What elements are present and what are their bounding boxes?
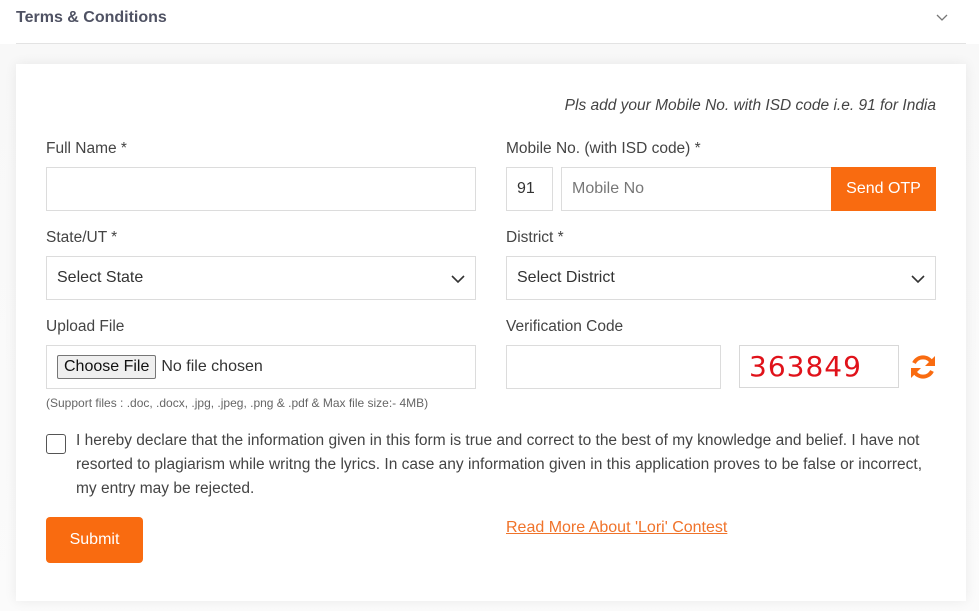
district-label: District * — [506, 229, 564, 246]
full-name-label: Full Name * — [46, 140, 127, 157]
district-selected-value: Select District — [517, 269, 615, 286]
refresh-icon[interactable] — [908, 352, 938, 382]
verification-code-label: Verification Code — [506, 318, 624, 335]
mobile-number-input[interactable]: Mobile No — [561, 167, 832, 211]
upload-file-label: Upload File — [46, 318, 125, 335]
mobile-hint-text: Pls add your Mobile No. with ISD code i.… — [564, 97, 936, 114]
state-select[interactable]: Select State — [46, 256, 476, 300]
mobile-number-placeholder: Mobile No — [572, 180, 645, 197]
terms-accordion-title: Terms & Conditions — [16, 9, 167, 26]
read-more-link[interactable]: Read More About 'Lori' Contest — [506, 519, 727, 537]
registration-form-card: Pls add your Mobile No. with ISD code i.… — [16, 64, 966, 601]
terms-accordion-header[interactable]: Terms & Conditions — [16, 0, 966, 44]
submit-button[interactable]: Submit — [46, 517, 143, 563]
upload-file-field: Choose File No file chosen — [46, 345, 476, 389]
isd-code-value: 91 — [517, 180, 535, 197]
send-otp-button[interactable]: Send OTP — [831, 167, 936, 211]
verification-code-input[interactable] — [506, 345, 721, 389]
mobile-label: Mobile No. (with ISD code) * — [506, 140, 701, 157]
chevron-down-icon[interactable] — [935, 11, 949, 25]
file-status-text: No file chosen — [161, 358, 263, 375]
captcha-image: 363849 — [739, 345, 899, 388]
chevron-down-icon — [451, 271, 465, 289]
declaration-text: I hereby declare that the information gi… — [76, 432, 923, 497]
state-label: State/UT * — [46, 229, 118, 246]
district-select[interactable]: Select District — [506, 256, 936, 300]
declaration-checkbox[interactable] — [46, 434, 66, 454]
choose-file-button[interactable]: Choose File — [57, 355, 157, 379]
full-name-input[interactable] — [46, 167, 476, 211]
supported-files-note: (Support files : .doc, .docx, .jpg, .jpe… — [46, 396, 429, 410]
state-selected-value: Select State — [57, 269, 144, 286]
isd-code-input[interactable]: 91 — [506, 167, 553, 211]
chevron-down-icon — [911, 271, 925, 289]
captcha-text: 363849 — [749, 350, 862, 383]
